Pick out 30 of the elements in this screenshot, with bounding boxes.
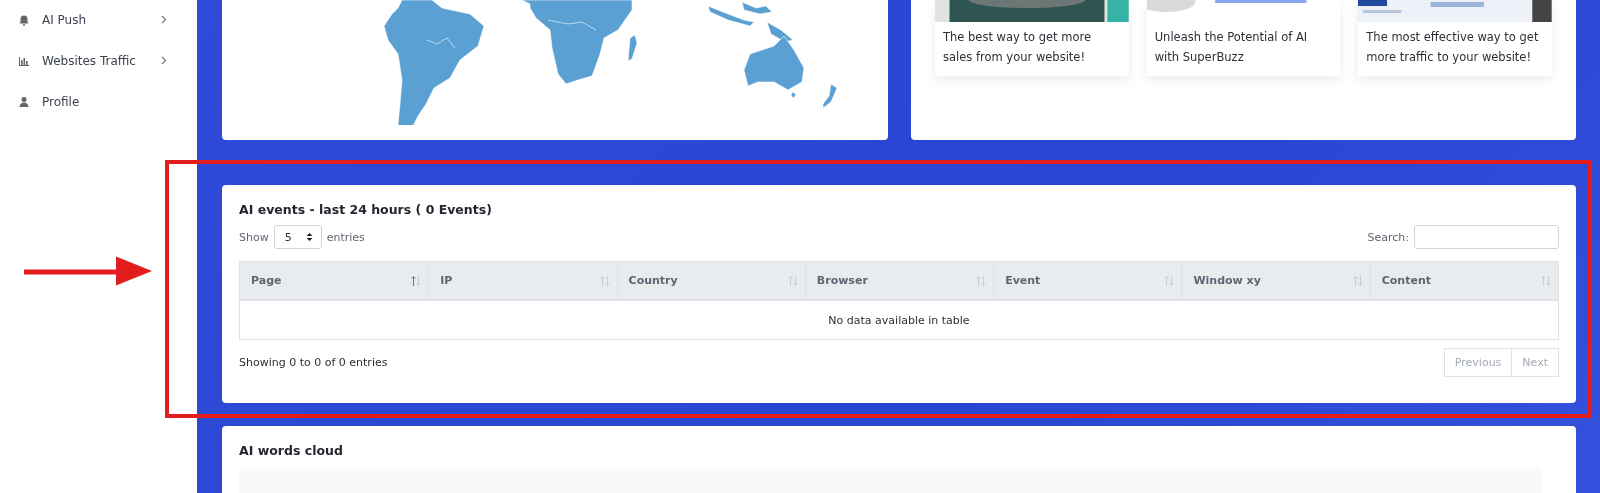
search-field[interactable] — [1414, 225, 1559, 249]
column-header[interactable]: Browser — [804, 262, 994, 299]
show-label: Show — [239, 230, 269, 244]
table-info: Showing 0 to 0 of 0 entries — [239, 356, 388, 369]
sidebar-item[interactable]: Websites Traffic — [0, 51, 197, 70]
bell-icon — [18, 13, 30, 26]
promo-card[interactable]: The most effective way to get more traffic to your website! — [1358, 0, 1552, 76]
empty-message: No data available in table — [827, 312, 971, 329]
user-icon — [18, 95, 30, 108]
bar-chart-icon — [18, 54, 30, 67]
card-title: AI words cloud — [239, 443, 344, 458]
promo-card[interactable]: The best way to get more sales from your website! — [935, 0, 1129, 76]
page-size-select[interactable]: 5 — [273, 225, 322, 249]
promo-text: The best way to get more sales from your website! — [942, 29, 1093, 66]
column-header[interactable]: Window xy — [1181, 262, 1370, 299]
sidebar-item[interactable]: AI Push — [0, 10, 197, 29]
caret-icon — [305, 232, 313, 242]
column-header[interactable]: IP — [428, 262, 617, 299]
entries-label: entries — [326, 230, 365, 244]
arrow-icon — [24, 255, 154, 287]
column-header[interactable]: Content — [1369, 262, 1558, 299]
column-header[interactable]: Country — [616, 262, 805, 299]
column-header[interactable]: Page — [240, 262, 429, 299]
search-label: Search: — [1367, 230, 1409, 244]
promo-card[interactable]: Unleash the Potential of AI with SuperBuzz — [1146, 0, 1341, 76]
column-header[interactable]: Event — [993, 262, 1182, 299]
promo-text: The most effective way to get more traffic to your website! — [1365, 29, 1540, 66]
sidebar-item[interactable]: Profile — [0, 92, 197, 111]
promo-text: Unleash the Potential of AI with SuperBuzz — [1153, 29, 1309, 66]
card-title: AI events - last 24 hours ( 0 Events) — [239, 202, 493, 217]
